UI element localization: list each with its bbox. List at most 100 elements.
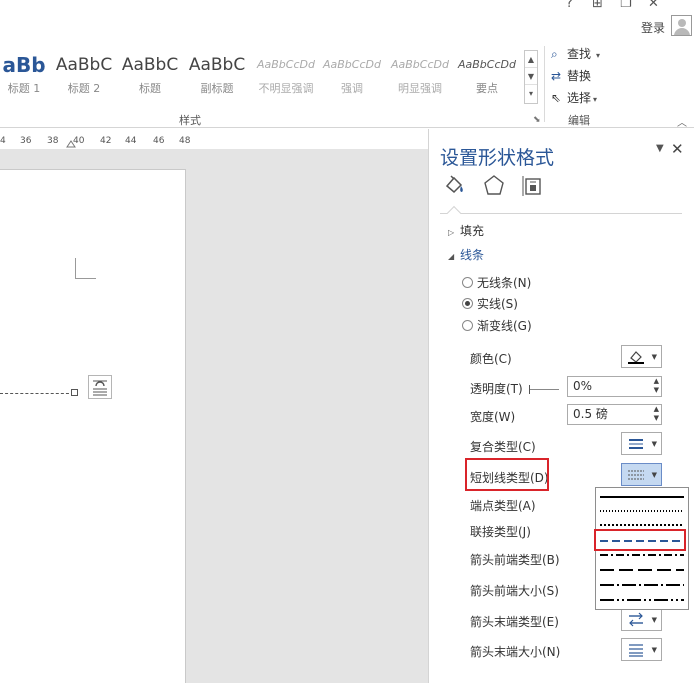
- compound-type-label: 复合类型(C): [470, 440, 536, 454]
- section-fill[interactable]: ▷ 填充: [448, 222, 484, 239]
- arrow-lines-icon: [629, 612, 643, 627]
- arrow-begin-type-label: 箭头前端类型(B): [470, 553, 560, 567]
- pane-close-icon[interactable]: ✕: [671, 140, 684, 158]
- title-bar: ? ⊞ ❐ ✕ 登录: [0, 0, 694, 42]
- style-item[interactable]: AaBbCcDd 强调: [320, 50, 384, 102]
- dash-option-round-dot[interactable]: [600, 504, 684, 518]
- compound-lines-icon: [629, 439, 643, 449]
- gallery-down-icon[interactable]: ▼: [525, 68, 537, 85]
- transparency-slider[interactable]: [529, 385, 559, 394]
- shape-resize-handle[interactable]: [71, 389, 78, 396]
- ruler-label: 4: [0, 136, 6, 146]
- close-icon[interactable]: ✕: [648, 0, 659, 11]
- compound-type-button[interactable]: ▼: [621, 432, 662, 455]
- replace-button[interactable]: ⇄ 替换: [551, 67, 591, 84]
- style-name: 副标题: [200, 82, 234, 95]
- color-label: 颜色(C): [470, 352, 512, 366]
- color-picker-button[interactable]: ▼: [621, 345, 662, 368]
- dash-option-long-dash-dot-dot[interactable]: [600, 593, 684, 607]
- ruler-label: 36: [20, 136, 32, 146]
- help-icon[interactable]: ?: [566, 0, 573, 11]
- restore-icon[interactable]: ❐: [620, 0, 632, 11]
- horizontal-ruler[interactable]: 4 36 38 40 42 44 46 48: [0, 129, 428, 149]
- style-preview: AaBbCcDd: [257, 58, 315, 71]
- spin-arrows-icon[interactable]: ▲ ▼: [654, 405, 659, 423]
- avatar[interactable]: [671, 15, 692, 36]
- arrow-end-size-button[interactable]: ▼: [621, 638, 662, 661]
- dash-type-button[interactable]: ▼: [621, 463, 662, 486]
- style-item[interactable]: aBb 标题 1: [0, 50, 56, 102]
- select-button[interactable]: ⇖ 选择 ▾: [551, 89, 597, 106]
- style-preview: AaBbCcDd: [391, 58, 449, 71]
- find-label: 查找: [567, 47, 592, 61]
- section-line[interactable]: ◢ 线条: [448, 246, 484, 263]
- dash-option-highlight-box: [594, 529, 686, 551]
- dash-sample-long-dash-dot: [600, 584, 684, 586]
- width-input[interactable]: 0.5 磅 ▲ ▼: [567, 404, 662, 425]
- chevron-down-icon: ▼: [651, 616, 657, 624]
- width-value: 0.5 磅: [573, 407, 608, 421]
- chevron-down-icon: ▼: [651, 353, 657, 361]
- collapse-ribbon-icon[interactable]: ︿: [677, 114, 687, 129]
- style-item[interactable]: AaBbCcDd 明显强调: [388, 50, 452, 102]
- transparency-input[interactable]: 0% ▲ ▼: [567, 376, 662, 397]
- style-item[interactable]: AaBbC 标题 2: [52, 50, 116, 102]
- dash-option-long-dash-dot[interactable]: [600, 578, 684, 592]
- ruler-labels: 4 36 38 40 42 44 46 48: [0, 133, 200, 147]
- pentagon-icon: [484, 175, 504, 195]
- gallery-more-icon[interactable]: ▾: [525, 85, 537, 102]
- margin-corner-mark: [75, 258, 96, 279]
- style-item[interactable]: AaBbCcDd 不明显强调: [254, 50, 318, 102]
- radio-solid-line[interactable]: 实线(S): [462, 295, 518, 312]
- document-page[interactable]: [0, 169, 186, 683]
- radio-solid-line-label: 实线(S): [477, 297, 518, 311]
- style-name: 标题 2: [67, 82, 101, 95]
- gallery-scroll[interactable]: ▲ ▼ ▾: [524, 50, 538, 104]
- spin-arrows-icon[interactable]: ▲ ▼: [654, 377, 659, 395]
- outline-color-icon: [628, 351, 644, 364]
- style-preview: AaBbCcDd: [458, 58, 516, 71]
- dash-option-long-dash[interactable]: [600, 563, 684, 577]
- transparency-label: 透明度(T): [470, 382, 523, 396]
- radio-gradient-line-label: 渐变线(G): [477, 319, 532, 333]
- gallery-up-icon[interactable]: ▲: [525, 51, 537, 68]
- indent-marker-icon[interactable]: [66, 140, 76, 148]
- pane-options-icon[interactable]: ▼: [656, 143, 664, 154]
- arrow-end-type-button[interactable]: ▼: [621, 608, 662, 631]
- active-tab-pointer: [446, 205, 462, 221]
- selected-line-shape[interactable]: [0, 393, 74, 394]
- style-preview: AaBbC: [121, 55, 179, 75]
- styles-group-label: 样式: [179, 114, 201, 127]
- dash-sample-round-dot: [600, 510, 684, 512]
- radio-no-line[interactable]: 无线条(N): [462, 274, 531, 291]
- tab-fill-line[interactable]: [442, 173, 468, 199]
- dialog-launcher-icon[interactable]: ⬊: [533, 115, 541, 125]
- ruler-label: 46: [153, 136, 165, 146]
- dash-sample-long-dash-dot-dot: [600, 599, 684, 601]
- arrow-begin-size-label: 箭头前端大小(S): [470, 584, 559, 598]
- edit-group-label: 编辑: [568, 114, 590, 127]
- ribbon-display-options-icon[interactable]: ⊞: [592, 0, 603, 11]
- style-item[interactable]: AaBbCcDd 要点: [455, 50, 519, 102]
- style-preview: AaBbC: [188, 55, 246, 75]
- style-preview: AaBbCcDd: [323, 58, 381, 71]
- tab-effects[interactable]: [481, 173, 507, 199]
- find-button[interactable]: ⌕ 查找 ▾: [551, 45, 600, 62]
- document-area[interactable]: [0, 149, 428, 683]
- section-line-label: 线条: [460, 248, 485, 262]
- radio-gradient-line[interactable]: 渐变线(G): [462, 317, 532, 334]
- replace-label: 替换: [567, 69, 592, 83]
- login-link[interactable]: 登录: [641, 19, 665, 36]
- collapse-arrow-icon: ◢: [448, 252, 455, 261]
- ruler-label: 48: [179, 136, 191, 146]
- chevron-down-icon: ▾: [596, 51, 601, 60]
- style-name: 要点: [476, 82, 498, 95]
- dash-option-solid[interactable]: [600, 490, 684, 504]
- style-item[interactable]: AaBbC 标题: [118, 50, 182, 102]
- tab-size-properties[interactable]: [520, 173, 546, 199]
- ruler-label: 44: [125, 136, 137, 146]
- ribbon: aBb 标题 1 AaBbC 标题 2 AaBbC 标题 AaBbC 副标题 AaBbCcDd 不…: [0, 42, 694, 129]
- cursor-icon: ⇖: [551, 91, 562, 105]
- style-item[interactable]: AaBbC 副标题: [185, 50, 249, 102]
- layout-options-button[interactable]: [88, 375, 112, 399]
